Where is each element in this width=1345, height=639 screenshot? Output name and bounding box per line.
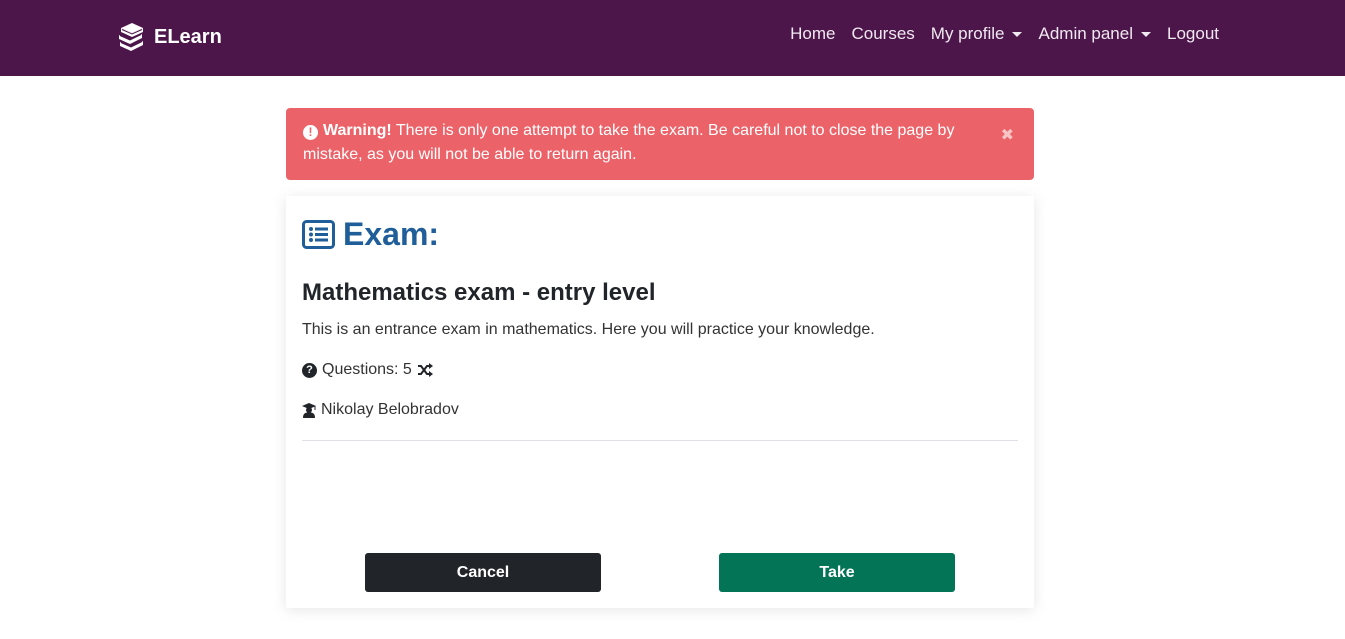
nav-home-label: Home [790, 24, 836, 43]
list-alt-icon [302, 220, 335, 249]
shuffle-icon [417, 363, 433, 377]
exam-heading: Exam: [302, 216, 439, 253]
exam-card: Exam: Mathematics exam - entry level Thi… [286, 196, 1034, 608]
author-name: Nikolay Belobradov [321, 401, 459, 418]
caret-down-icon [1141, 31, 1151, 37]
nav-logout-label: Logout [1167, 24, 1219, 43]
exclamation-circle-icon: ! [303, 125, 318, 140]
caret-down-icon [1012, 31, 1023, 37]
nav-courses-label: Courses [851, 24, 915, 43]
nav-menu: Home Courses My profile Admin panel Logo… [790, 24, 1219, 44]
nav-profile-label: My profile [930, 24, 1005, 43]
exam-title: Mathematics exam - entry level [302, 279, 656, 306]
brand-logo-link[interactable]: ELearn [116, 20, 222, 54]
top-navbar: ELearn Home Courses My profile Admin pan… [0, 0, 1345, 76]
nav-admin-panel-dropdown[interactable]: Admin panel [1038, 24, 1151, 44]
card-divider [302, 440, 1018, 441]
brand-name: ELearn [154, 25, 222, 48]
exam-heading-text: Exam: [343, 216, 440, 252]
nav-courses-link[interactable]: Courses [851, 24, 914, 44]
question-circle-icon: ? [302, 362, 317, 378]
questions-count: Questions: 5 [322, 361, 412, 378]
nav-logout-link[interactable]: Logout [1167, 24, 1219, 44]
nav-home-link[interactable]: Home [790, 24, 835, 44]
alert-message: There is only one attempt to take the ex… [303, 122, 955, 163]
books-icon [119, 23, 143, 51]
questions-info: ? Questions: 5 [302, 361, 433, 379]
nav-my-profile-dropdown[interactable]: My profile [931, 24, 1023, 44]
exam-description: This is an entrance exam in mathematics.… [302, 321, 875, 338]
warning-alert: ! Warning! There is only one attempt to t… [286, 108, 1034, 180]
close-alert-button[interactable]: ✖ [1001, 124, 1014, 148]
author-info: Nikolay Belobradov [302, 401, 459, 419]
nav-admin-label: Admin panel [1038, 24, 1133, 43]
cancel-button[interactable]: Cancel [365, 553, 601, 592]
user-graduate-icon [302, 402, 316, 418]
alert-strong-text: Warning! [323, 122, 392, 139]
take-exam-button[interactable]: Take [719, 553, 955, 592]
